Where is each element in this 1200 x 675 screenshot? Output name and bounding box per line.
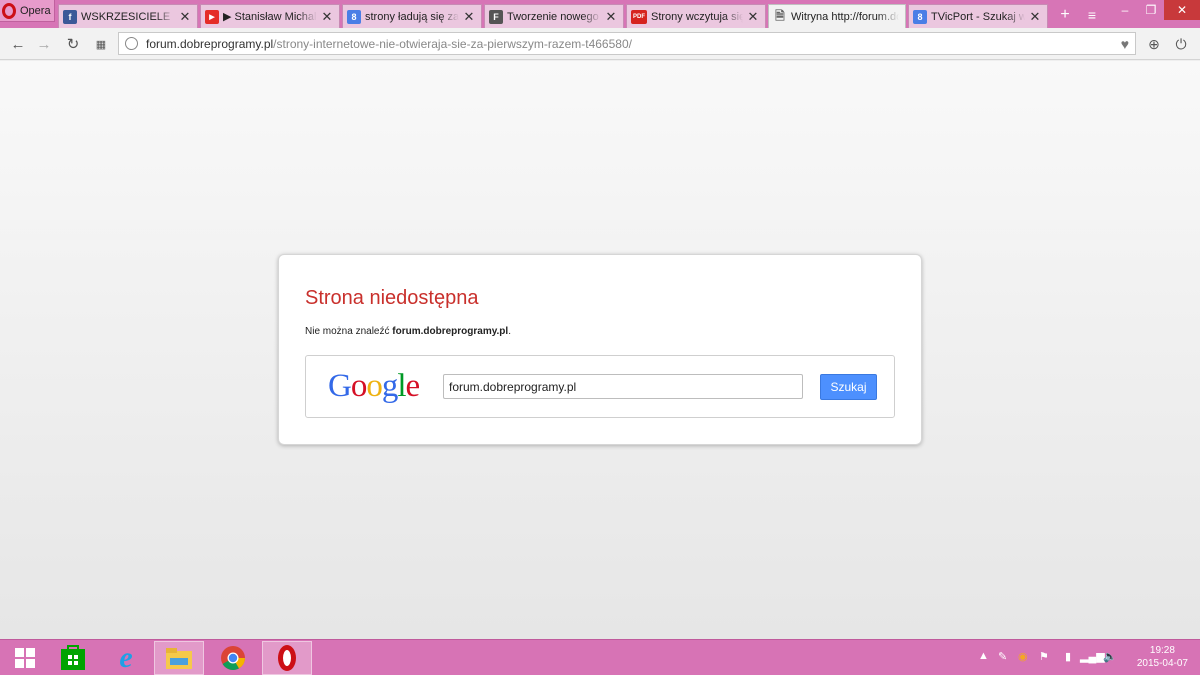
error-message-prefix: Nie można znaleźć	[305, 326, 393, 337]
battery-icon[interactable]: ▮	[1065, 650, 1071, 663]
download-icon[interactable]: ⊕	[1144, 34, 1164, 54]
power-icon[interactable]: ⏻	[1171, 34, 1191, 54]
volume-icon[interactable]: 🔈	[1103, 650, 1117, 663]
tab-title: TVicPort - Szukaj w Google	[931, 10, 1025, 23]
close-icon[interactable]: ✕	[463, 9, 475, 25]
google-logo: Google	[328, 368, 420, 404]
minimize-icon[interactable]: –	[1112, 0, 1138, 20]
tray-app-icon[interactable]: ✎	[998, 650, 1007, 663]
tray-arrow-icon[interactable]: ▲	[978, 650, 989, 662]
new-tab-icon[interactable]: +	[1052, 4, 1078, 26]
google-icon: 8	[913, 9, 927, 24]
opera-icon[interactable]	[262, 641, 312, 675]
error-message: Nie można znaleźć forum.dobreprogramy.pl…	[305, 326, 511, 337]
tab-google-search[interactable]: 8 strony ładują się za drugim razem ✕	[342, 4, 482, 28]
restore-icon[interactable]: ❐	[1138, 0, 1164, 20]
address-toolbar: ← → ↻ ▦ forum.dobreprogramy.pl/strony-in…	[0, 28, 1200, 60]
google-search-box: Google Szukaj	[305, 355, 895, 418]
tab-title: Witryna http://forum.dobreprogramy.pl	[791, 11, 899, 23]
url-text[interactable]: forum.dobreprogramy.pl/strony-internetow…	[146, 37, 632, 51]
tab-active-witryna[interactable]: 🗎 Witryna http://forum.dobreprogramy.pl	[768, 4, 906, 29]
action-center-flag-icon[interactable]: ⚑	[1039, 650, 1049, 663]
clock-time: 19:28	[1149, 645, 1175, 656]
speed-dial-icon[interactable]: ▦	[91, 34, 111, 54]
error-message-suffix: .	[508, 326, 511, 337]
error-title: Strona niedostępna	[305, 287, 479, 309]
google-icon: 8	[347, 9, 361, 24]
chrome-icon[interactable]	[208, 641, 258, 675]
back-icon[interactable]: ←	[8, 34, 28, 54]
page-icon: 🗎	[775, 8, 785, 23]
close-icon[interactable]: ✕	[1029, 9, 1041, 25]
search-input[interactable]	[443, 374, 803, 399]
url-host: forum.dobreprogramy.pl	[146, 36, 274, 51]
tab-tvicport[interactable]: 8 TVicPort - Szukaj w Google ✕	[908, 4, 1048, 28]
tab-forum-new-topic[interactable]: F Tworzenie nowego tematu ✕	[484, 4, 624, 28]
bookmark-heart-icon[interactable]: ♥	[1121, 36, 1129, 52]
globe-icon	[125, 37, 138, 50]
opera-logo-icon	[2, 2, 16, 19]
page-content: Strona niedostępna Nie można znaleźć for…	[0, 61, 1200, 639]
pdf-icon: PDF	[631, 9, 647, 24]
tab-title: Tworzenie nowego tematu	[507, 10, 601, 23]
clock-date: 2015-04-07	[1136, 658, 1188, 669]
windows-start-icon[interactable]	[0, 641, 50, 675]
tab-menu-icon[interactable]: ≡	[1079, 4, 1105, 26]
close-icon[interactable]: ✕	[179, 9, 191, 25]
forward-icon[interactable]: →	[34, 34, 54, 54]
error-message-host: forum.dobreprogramy.pl	[392, 326, 509, 337]
reload-icon[interactable]: ↻	[63, 34, 83, 54]
taskbar: e ▲ ✎ ◉ ⚑ ▮ ▂▄▆ 🔈 19:28 2015-04-07	[0, 639, 1200, 675]
network-signal-icon[interactable]: ▂▄▆	[1080, 650, 1105, 663]
store-icon[interactable]	[48, 641, 98, 675]
file-explorer-icon[interactable]	[154, 641, 204, 675]
tab-youtube[interactable]: ▶ ▶ Stanisław Michalkiewicz ✕	[200, 4, 340, 28]
tab-title: Strony wczytuja się za drugim	[651, 10, 743, 23]
tab-title: WSKRZESICIELE	[81, 10, 171, 23]
tab-wskrzesiciele[interactable]: f WSKRZESICIELE ✕	[58, 4, 198, 28]
tab-pdf[interactable]: PDF Strony wczytuja się za drugim ✕	[626, 4, 766, 28]
close-window-icon[interactable]: ✕	[1164, 0, 1200, 20]
facebook-icon: f	[63, 9, 77, 24]
internet-explorer-icon[interactable]: e	[101, 641, 151, 675]
forum-icon: F	[489, 9, 503, 24]
system-clock[interactable]: 19:28 2015-04-07	[1137, 644, 1188, 670]
opera-menu-label: Opera	[20, 4, 51, 17]
tab-title: strony ładują się za drugim razem	[365, 10, 459, 23]
tab-strip: Opera f WSKRZESICIELE ✕ ▶ ▶ Stanisław Mi…	[0, 0, 1200, 29]
close-icon[interactable]: ✕	[605, 9, 617, 25]
opera-menu-button[interactable]: Opera	[0, 0, 55, 22]
search-button[interactable]: Szukaj	[820, 374, 877, 400]
address-bar[interactable]: forum.dobreprogramy.pl/strony-internetow…	[118, 32, 1136, 55]
url-path: /strony-internetowe-nie-otwieraja-sie-za…	[273, 36, 632, 51]
close-icon[interactable]: ✕	[321, 9, 333, 25]
tab-title: ▶ Stanisław Michalkiewicz	[223, 11, 317, 23]
tray-avast-icon[interactable]: ◉	[1018, 650, 1028, 663]
error-card: Strona niedostępna Nie można znaleźć for…	[278, 254, 922, 445]
close-icon[interactable]: ✕	[747, 9, 759, 25]
youtube-icon: ▶	[205, 9, 219, 24]
